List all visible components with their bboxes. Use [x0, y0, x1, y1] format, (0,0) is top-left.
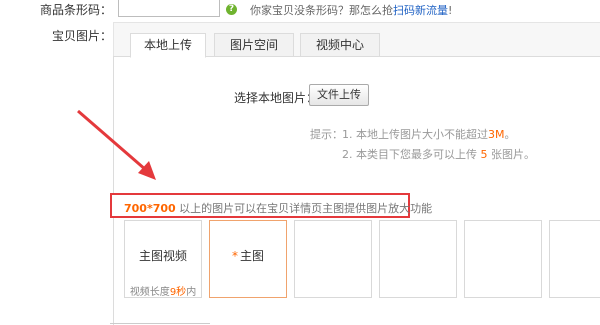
image-slot-3[interactable] — [379, 220, 457, 298]
video-length-note: 视频长度9秒内 — [125, 283, 201, 298]
main-video-title: 主图视频 — [138, 249, 187, 263]
main-image-slot[interactable]: * 主图 — [209, 220, 287, 298]
main-image-star: * — [231, 249, 238, 263]
image-slot-5[interactable] — [549, 220, 600, 298]
size-note: 700*700 以上的图片可以在宝贝详情页主图提供图片放大功能 — [124, 200, 432, 216]
video-length-value: 9秒 — [169, 287, 187, 298]
size-note-dimensions: 700*700 — [124, 202, 176, 215]
size-note-text: 以上的图片可以在宝贝详情页主图提供图片放大功能 — [175, 202, 433, 215]
image-slot-2[interactable] — [294, 220, 372, 298]
main-video-slot[interactable]: 主图视频 视频长度9秒内 — [124, 220, 202, 298]
bottom-divider — [110, 323, 210, 324]
main-image-title: * 主图 — [210, 247, 286, 264]
video-length-prefix: 视频长度 — [129, 287, 170, 298]
image-slot-4[interactable] — [464, 220, 542, 298]
video-length-suffix: 内 — [186, 287, 197, 298]
tab-local-upload[interactable]: 本地上传 — [130, 33, 206, 58]
main-image-label: 主图 — [239, 249, 264, 263]
